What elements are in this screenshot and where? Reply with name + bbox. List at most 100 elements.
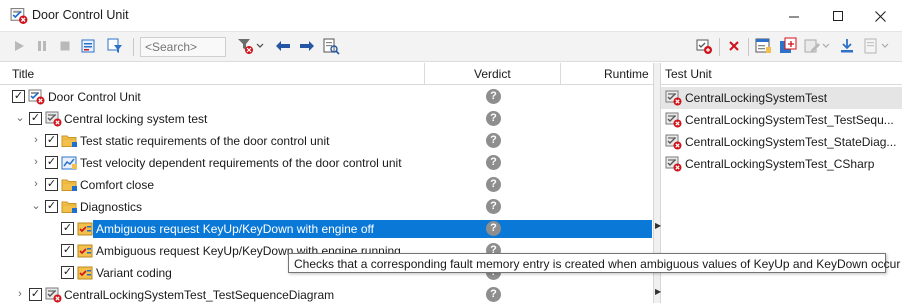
column-runtime[interactable]: Runtime [604,67,649,81]
search-field[interactable] [140,37,226,57]
verdict-unknown-icon: ? [486,133,501,148]
row-label: Ambiguous request KeyUp/KeyDown with eng… [93,220,652,238]
report-button[interactable] [80,37,98,55]
filter-icon [107,38,122,53]
maximize-button[interactable] [816,0,860,32]
expand-icon[interactable]: › [31,134,41,146]
search-input[interactable] [145,40,221,54]
properties-icon [755,38,771,53]
column-verdict[interactable]: Verdict [474,67,511,81]
collapse-icon[interactable]: ⌄ [31,200,41,212]
expand-icon[interactable]: › [15,288,25,300]
folder-icon [61,133,78,149]
column-test-unit[interactable]: Test Unit [665,67,712,81]
checkbox[interactable]: ✓ [29,112,42,125]
clear-filter-button[interactable] [236,37,254,55]
test-case-icon [77,265,94,281]
checkbox[interactable]: ✓ [61,266,74,279]
edit-dropdown[interactable] [821,37,831,55]
tree-row-test-velocity-requirements[interactable]: › ✓ Test velocity dependent requirements… [0,152,653,174]
test-unit-item[interactable]: CentralLockingSystemTest_TestSequ... [661,109,902,131]
export-icon [780,37,797,53]
tree-row-test-static-requirements[interactable]: › ✓ Test static requirements of the door… [0,130,653,152]
row-label: Door Control Unit [48,90,141,104]
tree-row-test-sequence-diagram[interactable]: › ✓ CentralLockingSystemTest_TestSequenc… [0,284,653,303]
tooltip: Checks that a corresponding fault memory… [288,253,900,273]
pause-icon [38,41,46,51]
filter-button[interactable] [106,37,124,55]
checkbox[interactable]: ✓ [45,200,58,213]
checkbox[interactable]: ✓ [12,90,25,103]
next-button[interactable] [298,37,316,55]
row-label: Test static requirements of the door con… [80,134,330,148]
verdict-unknown-icon: ? [486,111,501,126]
remove-button[interactable] [725,37,743,55]
tree-row-central-locking-system-test[interactable]: ⌄ ✓ Central locking system test ? [0,108,653,130]
chevron-down-icon [881,43,889,48]
test-unit-item[interactable]: CentralLockingSystemTest_CSharp [661,153,902,175]
verdict-unknown-icon: ? [486,287,501,302]
find-document-icon [323,38,340,55]
test-case-icon [77,221,94,237]
close-button[interactable] [858,0,902,32]
import-button[interactable] [838,37,856,55]
column-title[interactable]: Title [12,67,34,81]
tree-row-ambiguous-request-engine-off[interactable]: ✓ Ambiguous request KeyUp/KeyDown with e… [0,218,653,240]
download-icon [841,39,853,53]
checkbox[interactable]: ✓ [29,288,42,301]
test-unit-icon [665,156,682,172]
page-dropdown[interactable] [880,37,890,55]
close-icon [874,10,886,22]
export-button[interactable] [779,37,797,55]
stop-icon [60,41,70,51]
clear-filter-icon [238,39,253,54]
test-unit-label: CentralLockingSystemTest_CSharp [685,157,875,171]
collapse-icon[interactable]: ⌄ [15,112,25,124]
tree-row-comfort-close[interactable]: › ✓ Comfort close ? [0,174,653,196]
verdict-unknown-icon: ? [486,177,501,192]
row-label: Diagnostics [80,200,143,214]
pause-button[interactable] [33,37,51,55]
expand-icon[interactable]: › [31,178,41,190]
checkbox[interactable]: ✓ [45,156,58,169]
test-unit-icon [665,112,682,128]
verdict-unknown-icon: ? [486,199,501,214]
delete-icon [729,41,739,51]
checkbox[interactable]: ✓ [61,244,74,257]
report-icon [81,39,95,53]
page-button[interactable] [862,37,880,55]
test-unit-label: CentralLockingSystemTest_StateDiag... [685,135,897,149]
column-header: Title Verdict Runtime [0,63,653,85]
chevron-down-icon [256,43,264,48]
tree-row-door-control-unit[interactable]: ✓ Door Control Unit ? [0,86,653,108]
chart-icon [61,155,78,171]
properties-button[interactable] [754,37,772,55]
test-unit-label: CentralLockingSystemTest [685,91,828,105]
clear-filter-dropdown[interactable] [255,37,265,55]
folder-icon [61,177,78,193]
row-label: Variant coding [96,266,172,280]
expand-icon[interactable]: › [31,156,41,168]
test-unit-item[interactable]: CentralLockingSystemTest [661,87,902,109]
previous-button[interactable] [274,37,292,55]
stop-button[interactable] [56,37,74,55]
checkbox[interactable]: ✓ [45,178,58,191]
title-bar: Door Control Unit [0,0,902,32]
find-button[interactable] [322,37,340,55]
test-case-icon [77,243,94,259]
test-unit-item[interactable]: CentralLockingSystemTest_StateDiag... [661,131,902,153]
row-label: Comfort close [80,178,155,192]
run-button[interactable] [10,37,28,55]
add-test-unit-icon [696,39,712,54]
toolbar [0,32,902,62]
edit-button[interactable] [803,37,821,55]
checkbox[interactable]: ✓ [45,134,58,147]
minimize-button[interactable] [772,0,816,32]
verdict-unknown-icon: ? [486,155,501,170]
test-unit-label: CentralLockingSystemTest_TestSequ... [685,113,894,127]
play-icon [15,41,24,51]
add-test-unit-button[interactable] [695,37,713,55]
row-label: CentralLockingSystemTest_TestSequenceDia… [64,288,335,302]
tree-row-diagnostics[interactable]: ⌄ ✓ Diagnostics ? [0,196,653,218]
checkbox[interactable]: ✓ [61,222,74,235]
